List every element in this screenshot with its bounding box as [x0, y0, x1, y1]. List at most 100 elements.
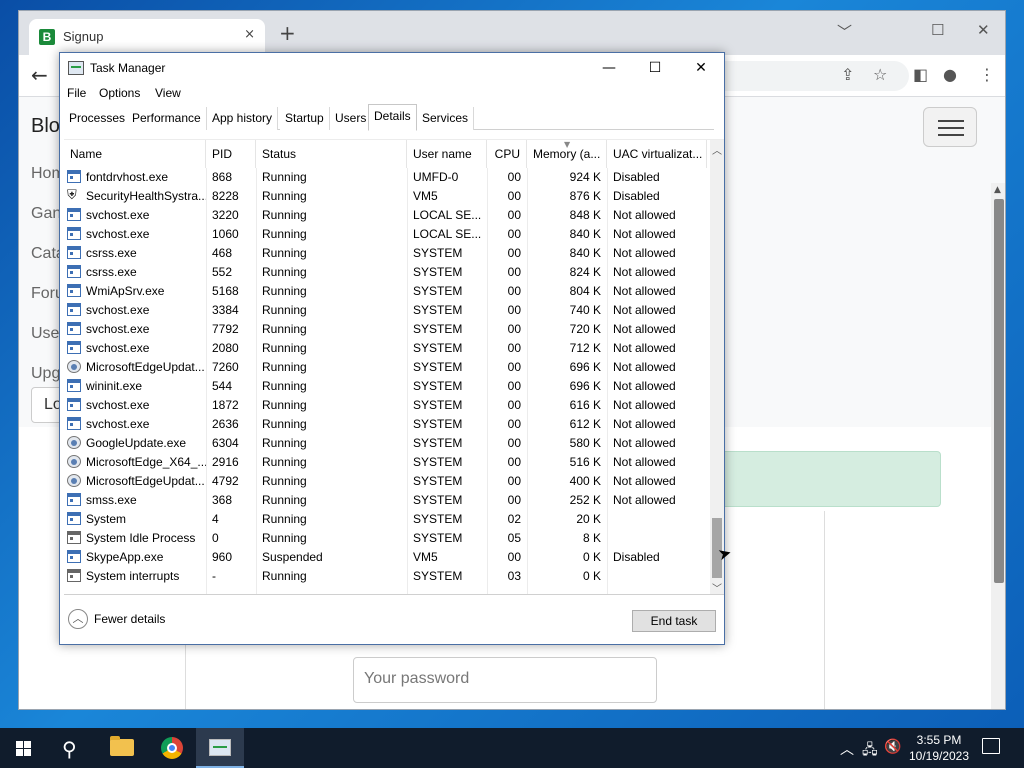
- scroll-up-icon[interactable]: ▲: [994, 185, 1001, 195]
- close-button[interactable]: ✕: [678, 53, 724, 83]
- application-window-icon: [67, 170, 81, 183]
- browser-menu-icon[interactable]: ⋮: [979, 65, 995, 84]
- site-brand[interactable]: Blo: [31, 115, 60, 138]
- browser-close-button[interactable]: ✕: [977, 21, 990, 39]
- tab-close-icon[interactable]: ×: [244, 27, 255, 42]
- table-row[interactable]: MicrosoftEdgeUpdat... 4792 Running SYSTEM 00…: [64, 472, 706, 491]
- nav-link-users[interactable]: Use: [31, 325, 59, 343]
- table-row[interactable]: csrss.exe 468 Running SYSTEM 00 840 K Not allo…: [64, 244, 706, 263]
- cell-uac: Not allowed: [613, 360, 676, 374]
- cell-pid: 5168: [212, 284, 239, 298]
- menu-view[interactable]: View: [155, 86, 181, 100]
- table-row[interactable]: SkypeApp.exe 960 Suspended VM5 00 0 K Disabled: [64, 548, 706, 567]
- nav-link-games[interactable]: Gan: [31, 205, 61, 223]
- table-row[interactable]: svchost.exe 3384 Running SYSTEM 00 740 K Not a…: [64, 301, 706, 320]
- column-header-user-name[interactable]: User name: [407, 140, 487, 168]
- table-row[interactable]: System 4 Running SYSTEM 02 20 K: [64, 510, 706, 529]
- cell-memory: 616 K: [569, 398, 601, 412]
- table-row[interactable]: svchost.exe 7792 Running SYSTEM 00 720 K Not a…: [64, 320, 706, 339]
- application-window-icon: [67, 493, 81, 506]
- bookmark-star-icon[interactable]: ☆: [873, 65, 887, 84]
- tray-chevron-icon[interactable]: ︿: [840, 739, 854, 759]
- start-button[interactable]: [0, 728, 48, 768]
- menu-options[interactable]: Options: [99, 86, 140, 100]
- scroll-up-icon[interactable]: ︿: [712, 142, 722, 157]
- task-manager-titlebar[interactable]: Task Manager — ☐ ✕: [60, 53, 724, 83]
- end-task-button[interactable]: End task: [632, 610, 716, 632]
- column-header-name[interactable]: Name: [64, 140, 206, 168]
- cell-pid: 1060: [212, 227, 239, 241]
- browser-tab-signup[interactable]: B Signup ×: [29, 19, 265, 55]
- cell-name: svchost.exe: [64, 225, 206, 244]
- cell-status: Running: [262, 417, 307, 431]
- chevron-up-circle-icon[interactable]: ︿: [68, 609, 88, 629]
- cell-uac: Not allowed: [613, 493, 676, 507]
- table-row[interactable]: System interrupts - Running SYSTEM 03 0 K: [64, 567, 706, 586]
- cell-status: Running: [262, 379, 307, 393]
- table-row[interactable]: MicrosoftEdgeUpdat... 7260 Running SYSTEM 00…: [64, 358, 706, 377]
- maximize-button[interactable]: ☐: [632, 53, 678, 83]
- hamburger-menu-icon[interactable]: [923, 107, 977, 147]
- table-row[interactable]: svchost.exe 1060 Running LOCAL SE... 00 840 K…: [64, 225, 706, 244]
- column-header-cpu[interactable]: CPU: [487, 140, 527, 168]
- share-icon[interactable]: ⇪: [841, 65, 854, 84]
- tab-performance[interactable]: Performance: [127, 107, 207, 130]
- table-row[interactable]: WmiApSrv.exe 5168 Running SYSTEM 00 804 K Not …: [64, 282, 706, 301]
- table-scrollbar[interactable]: ︿ ﹀: [710, 140, 724, 594]
- table-row[interactable]: svchost.exe 2080 Running SYSTEM 00 712 K Not a…: [64, 339, 706, 358]
- cell-status: Running: [262, 170, 307, 184]
- tab-users[interactable]: Users: [330, 107, 373, 130]
- table-row[interactable]: SecurityHealthSystra... 8228 Running VM5 00 8…: [64, 187, 706, 206]
- table-row[interactable]: smss.exe 368 Running SYSTEM 00 252 K Not allow…: [64, 491, 706, 510]
- cell-cpu: 00: [507, 208, 521, 222]
- cell-name: svchost.exe: [64, 301, 206, 320]
- tab-processes[interactable]: Processes: [64, 107, 132, 130]
- nav-link-upgrade[interactable]: Upg: [31, 365, 60, 383]
- page-scrollbar[interactable]: ▲ ▼: [991, 183, 1005, 709]
- cell-memory: 516 K: [569, 455, 601, 469]
- tab-details[interactable]: Details: [368, 104, 417, 131]
- cell-memory: 924 K: [569, 170, 601, 184]
- page-scroll-thumb[interactable]: [994, 199, 1004, 583]
- password-input[interactable]: Your password: [353, 657, 657, 703]
- table-row[interactable]: svchost.exe 2636 Running SYSTEM 00 612 K Not a…: [64, 415, 706, 434]
- tab-app-history[interactable]: App history: [207, 107, 279, 130]
- menu-file[interactable]: File: [67, 86, 86, 100]
- taskbar-chrome[interactable]: [148, 728, 196, 768]
- column-header-status[interactable]: Status: [256, 140, 407, 168]
- back-arrow-icon[interactable]: ←: [31, 63, 48, 87]
- table-row[interactable]: wininit.exe 544 Running SYSTEM 00 696 K Not al…: [64, 377, 706, 396]
- profile-avatar-icon[interactable]: ●: [943, 65, 957, 84]
- table-row[interactable]: MicrosoftEdge_X64_... 2916 Running SYSTEM 00…: [64, 453, 706, 472]
- notification-center-icon[interactable]: [982, 738, 1000, 754]
- side-panel-icon[interactable]: ◧: [913, 65, 928, 84]
- network-icon[interactable]: 🖧: [862, 739, 878, 763]
- system-clock[interactable]: 3:55 PM 10/19/2023: [906, 732, 972, 764]
- tab-services[interactable]: Services: [417, 107, 475, 130]
- cell-user: SYSTEM: [413, 284, 463, 298]
- tab-startup[interactable]: Startup: [280, 107, 330, 130]
- table-row[interactable]: svchost.exe 1872 Running SYSTEM 00 616 K Not a…: [64, 396, 706, 415]
- table-row[interactable]: System Idle Process 0 Running SYSTEM 05 8 K: [64, 529, 706, 548]
- table-row[interactable]: csrss.exe 552 Running SYSTEM 00 824 K Not allo…: [64, 263, 706, 282]
- fewer-details-link[interactable]: Fewer details: [94, 612, 165, 626]
- column-header-pid[interactable]: PID: [206, 140, 256, 168]
- cell-user: LOCAL SE...: [413, 208, 482, 222]
- search-button[interactable]: ⚲: [48, 728, 96, 768]
- minimize-button[interactable]: —: [586, 53, 632, 83]
- taskbar-task-manager[interactable]: [196, 728, 244, 768]
- volume-muted-icon[interactable]: 🔇: [884, 739, 901, 755]
- table-row[interactable]: GoogleUpdate.exe 6304 Running SYSTEM 00 580 K…: [64, 434, 706, 453]
- column-header-uac-virtualization[interactable]: UAC virtualizat...: [607, 140, 707, 168]
- table-row[interactable]: fontdrvhost.exe 868 Running UMFD-0 00 924 K Di…: [64, 168, 706, 187]
- cell-status: Running: [262, 455, 307, 469]
- table-row[interactable]: svchost.exe 3220 Running LOCAL SE... 00 848 K…: [64, 206, 706, 225]
- cell-name: System interrupts: [64, 567, 206, 586]
- taskbar-file-explorer[interactable]: [98, 728, 146, 768]
- browser-maximize-button[interactable]: ☐: [931, 21, 944, 39]
- scroll-down-icon[interactable]: ﹀: [712, 580, 722, 594]
- process-name: System interrupts: [86, 569, 180, 583]
- cell-memory: 612 K: [569, 417, 601, 431]
- new-tab-button[interactable]: +: [279, 23, 296, 43]
- browser-tab-search-icon[interactable]: ﹀: [837, 21, 852, 42]
